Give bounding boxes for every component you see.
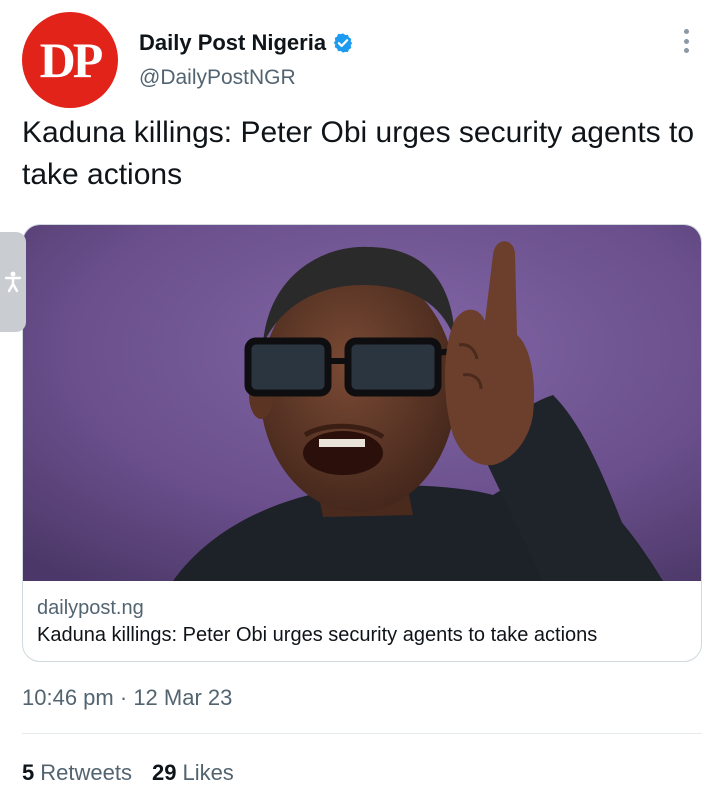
avatar[interactable]: DP xyxy=(22,12,118,108)
tweet-view: DP Daily Post Nigeria @DailyPostNGR Kadu… xyxy=(0,0,720,810)
avatar-logo-text: DP xyxy=(39,32,104,88)
verified-badge-icon xyxy=(332,32,354,54)
more-dot xyxy=(683,29,689,34)
tweet-time: 10:46 pm xyxy=(22,685,114,710)
card-title[interactable]: Kaduna killings: Peter Obi urges securit… xyxy=(37,624,597,647)
tweet-text: Kaduna killings: Peter Obi urges securit… xyxy=(22,116,695,191)
likes-count: 29 xyxy=(151,760,177,785)
card-image[interactable] xyxy=(23,225,702,581)
display-name[interactable]: Daily Post Nigeria xyxy=(139,30,326,56)
retweets-label: Retweets xyxy=(40,760,132,785)
likes-stat[interactable]: 29 Likes xyxy=(152,760,234,786)
engagement-stats: 5 Retweets 29 Likes xyxy=(22,760,234,786)
tweet-timestamp[interactable]: 10:46 pm · 12 Mar 23 xyxy=(22,685,232,711)
author-name-row[interactable]: Daily Post Nigeria xyxy=(139,30,354,56)
tweet-date: 12 Mar 23 xyxy=(133,685,233,710)
user-handle[interactable]: @DailyPostNGR xyxy=(139,66,296,90)
accessibility-button[interactable] xyxy=(0,232,26,332)
likes-label: Likes xyxy=(182,760,234,785)
retweets-stat[interactable]: 5 Retweets xyxy=(22,760,132,786)
more-options-icon[interactable] xyxy=(676,26,696,56)
accessibility-icon xyxy=(4,271,22,293)
divider xyxy=(22,733,702,734)
more-dot xyxy=(683,48,689,53)
retweets-count: 5 xyxy=(22,760,35,785)
link-card[interactable]: dailypost.ng Kaduna killings: Peter Obi … xyxy=(22,224,702,662)
card-domain[interactable]: dailypost.ng xyxy=(37,597,144,620)
more-dot xyxy=(683,38,689,44)
timestamp-separator: · xyxy=(119,685,128,710)
